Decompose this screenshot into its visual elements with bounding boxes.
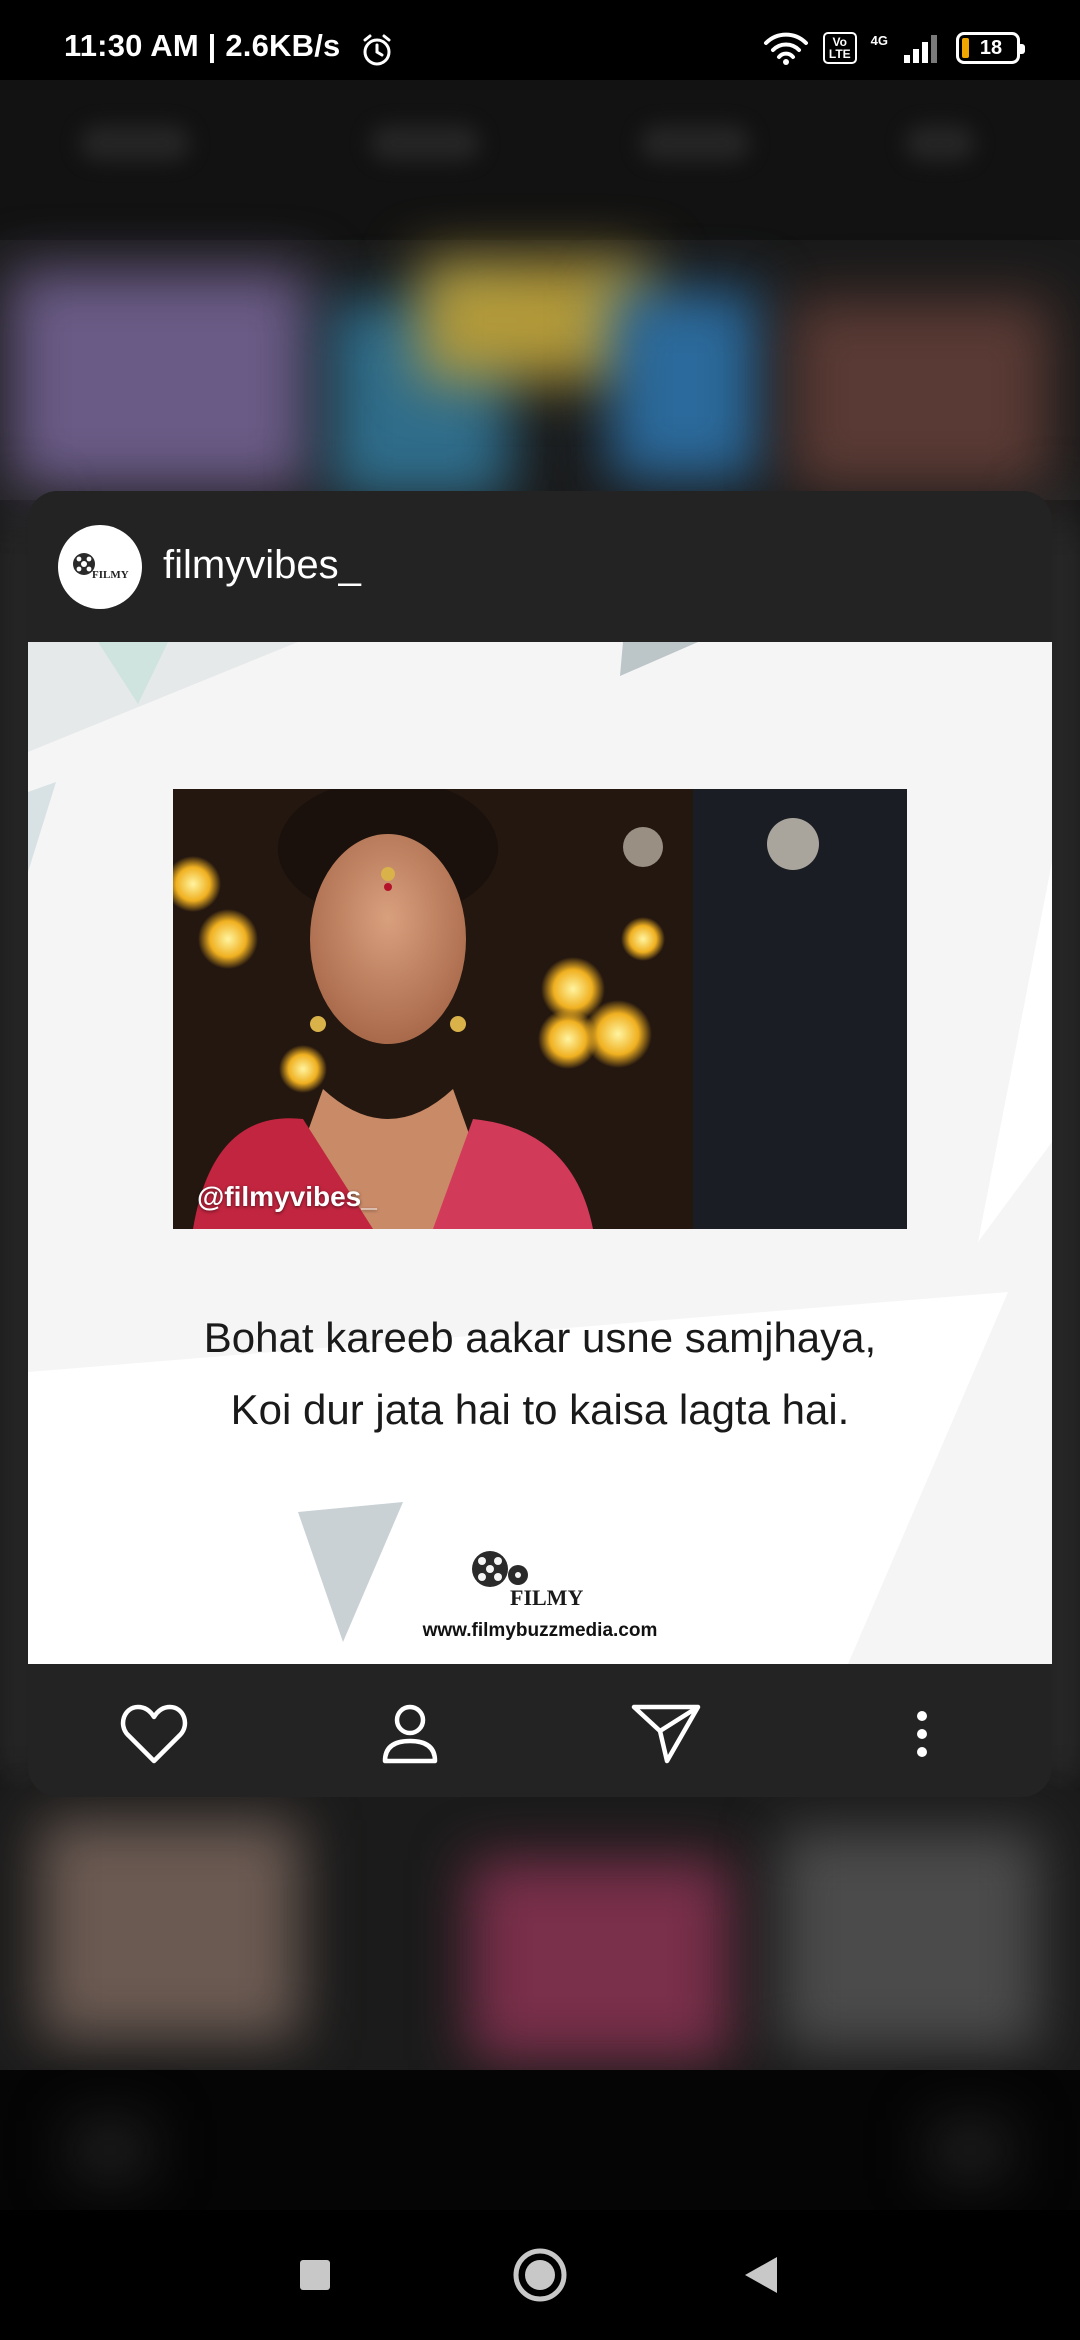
avatar[interactable]: FILMY — [58, 525, 142, 609]
quote-text: Bohat kareeb aakar usne samjhaya, Koi du… — [28, 1302, 1052, 1446]
more-options-button[interactable] — [884, 1700, 960, 1768]
status-icons: Vo LTE 4G 18 — [763, 28, 1025, 68]
volte-icon: Vo LTE — [822, 32, 857, 64]
username[interactable]: filmyvibes_ — [163, 543, 361, 588]
battery-icon: 18 — [956, 32, 1025, 64]
card-action-bar — [28, 1664, 1052, 1797]
share-button[interactable] — [628, 1700, 704, 1768]
alarm-icon — [363, 34, 391, 66]
back-triangle-icon — [745, 2257, 777, 2293]
svg-text:FILMY: FILMY — [510, 1585, 583, 1610]
bride-portrait-image — [173, 789, 907, 1229]
system-navigation-bar — [0, 2210, 1080, 2340]
circle-icon — [513, 2248, 567, 2302]
post-preview-card[interactable]: FILMY filmyvibes_ @filmyvibes_ Bohat kar… — [28, 491, 1052, 1797]
recents-button[interactable] — [280, 2245, 350, 2305]
heart-icon — [120, 1704, 188, 1764]
like-button[interactable] — [116, 1700, 192, 1768]
quote-line: Bohat kareeb aakar usne samjhaya, — [203, 1314, 877, 1361]
film-reel-logo-icon: FILMY — [73, 553, 129, 581]
profile-button[interactable] — [372, 1700, 448, 1768]
post-image: @filmyvibes_ Bohat kareeb aakar usne sam… — [28, 642, 1052, 1664]
send-icon — [631, 1704, 701, 1764]
back-button[interactable] — [726, 2245, 796, 2305]
svg-text:FILMY: FILMY — [92, 569, 129, 581]
wifi-icon — [763, 32, 808, 65]
quote-line: Koi dur jata hai to kaisa lagta hai. — [230, 1386, 850, 1433]
filmy-brand-logo: FILMY — [472, 1551, 583, 1610]
photo-watermark: @filmyvibes_ — [197, 1181, 377, 1212]
home-button[interactable] — [505, 2245, 575, 2305]
network-type: 4G — [870, 32, 888, 48]
signal-icon — [904, 35, 937, 63]
square-icon — [300, 2260, 330, 2290]
more-vertical-icon — [917, 1711, 927, 1757]
person-icon — [382, 1704, 438, 1764]
brand-url: www.filmybuzzmedia.com — [422, 1620, 658, 1641]
battery-level: 18 — [979, 36, 1003, 59]
status-bar: 11:30 AM | 2.6KB/s Vo LTE 4G 18 — [0, 0, 1080, 80]
post-photo: @filmyvibes_ — [173, 789, 907, 1229]
status-time: 11:30 AM | 2.6KB/s — [64, 28, 341, 63]
card-header: FILMY filmyvibes_ — [28, 491, 1052, 642]
screen: 11:30 AM | 2.6KB/s Vo LTE 4G 18 FILMY fi… — [0, 0, 1080, 2340]
